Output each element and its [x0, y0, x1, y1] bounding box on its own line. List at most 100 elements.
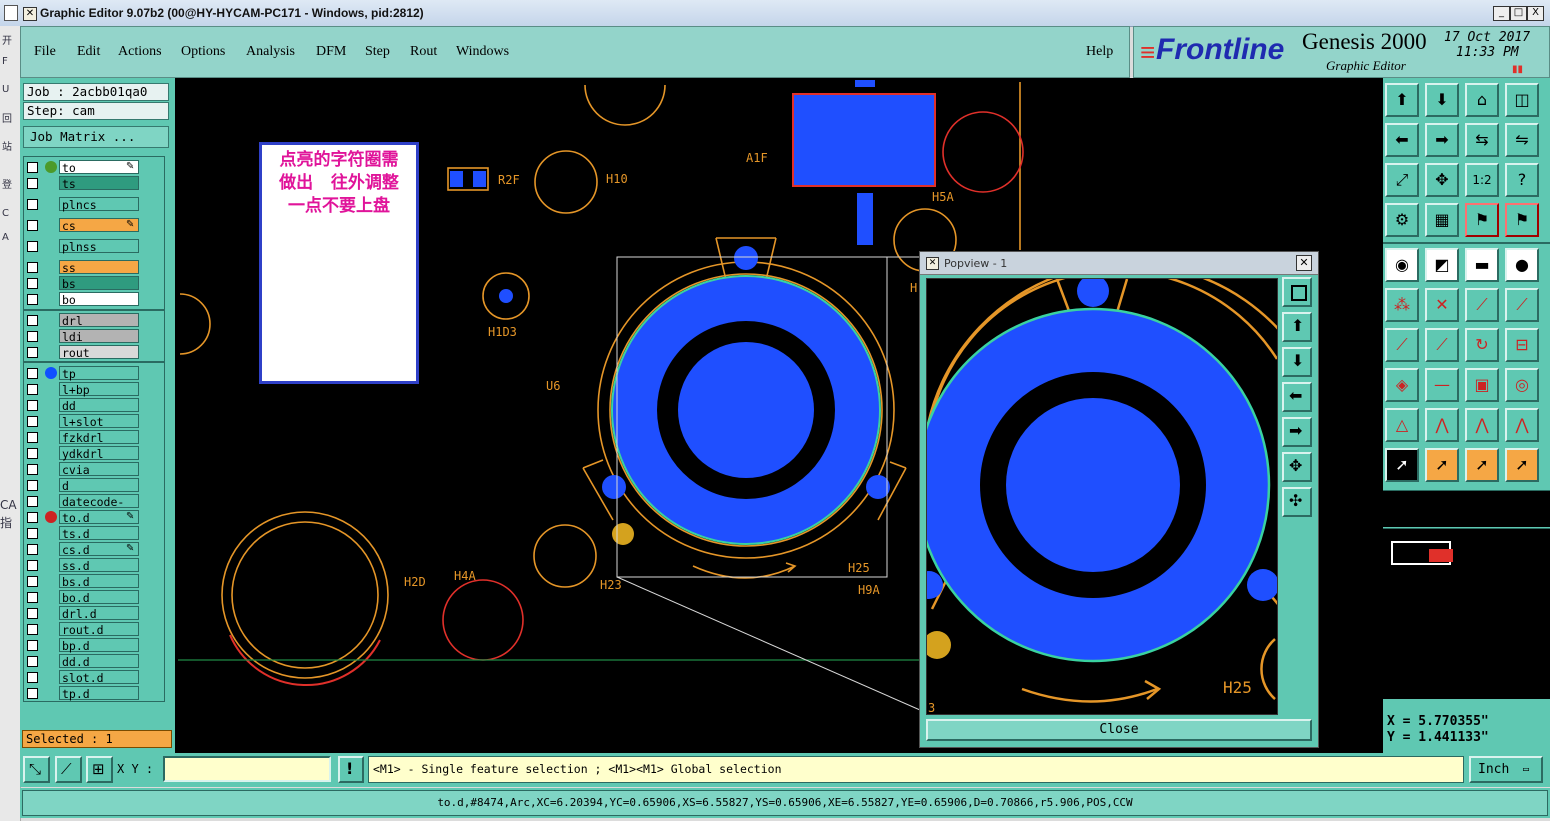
- layer-row[interactable]: tp.d: [24, 686, 142, 701]
- tool-button[interactable]: ➚: [1505, 448, 1539, 482]
- layer-checkbox[interactable]: [27, 672, 38, 683]
- popview-zoom-out-button[interactable]: ✣: [1282, 487, 1312, 517]
- layer-name[interactable]: bo: [59, 292, 139, 307]
- layer-row[interactable]: l+slot: [24, 414, 142, 429]
- overview-map-board[interactable]: [1383, 528, 1550, 699]
- layer-row[interactable]: bo.d: [24, 590, 142, 605]
- layer-checkbox[interactable]: [27, 464, 38, 475]
- layer-name[interactable]: bo.d: [59, 590, 139, 605]
- layer-name[interactable]: d: [59, 478, 139, 493]
- tool-button[interactable]: ⚑: [1505, 203, 1539, 237]
- minimize-button[interactable]: _: [1493, 6, 1510, 21]
- layer-row[interactable]: ss.d: [24, 558, 142, 573]
- layer-row[interactable]: drl.d: [24, 606, 142, 621]
- layer-row[interactable]: plncs: [24, 197, 142, 212]
- tool-button[interactable]: ✥: [1425, 163, 1459, 197]
- popview-zoom-in-button[interactable]: ✥: [1282, 452, 1312, 482]
- menu-help[interactable]: Help: [1086, 44, 1113, 60]
- tool-button[interactable]: ⟋: [1385, 328, 1419, 362]
- tool-button[interactable]: ⌂: [1465, 83, 1499, 117]
- layer-row[interactable]: l+bp: [24, 382, 142, 397]
- layer-row[interactable]: cs ✎: [24, 218, 142, 233]
- layer-checkbox[interactable]: [27, 294, 38, 305]
- layer-name[interactable]: drl: [59, 313, 139, 328]
- layer-name[interactable]: ydkdrl: [59, 446, 139, 461]
- tool-button[interactable]: ✕: [1425, 288, 1459, 322]
- tool-button[interactable]: ⁂: [1385, 288, 1419, 322]
- layer-checkbox[interactable]: [27, 241, 38, 252]
- layer-checkbox[interactable]: [27, 576, 38, 587]
- unit-select[interactable]: Inch ▭: [1469, 756, 1543, 783]
- tool-button[interactable]: ⟋: [1425, 328, 1459, 362]
- popview-pan-up-button[interactable]: ⬆: [1282, 312, 1312, 342]
- layer-row[interactable]: rout: [24, 345, 142, 360]
- warning-button[interactable]: !: [338, 756, 364, 783]
- menu-options[interactable]: Options: [181, 44, 225, 60]
- job-matrix-button[interactable]: Job Matrix ...: [23, 126, 169, 148]
- layer-checkbox[interactable]: [27, 331, 38, 342]
- layer-name[interactable]: datecode-bo: [59, 494, 139, 523]
- layer-checkbox[interactable]: [27, 368, 38, 379]
- popview-canvas[interactable]: H25 3: [926, 278, 1278, 715]
- layer-name[interactable]: plnss: [59, 239, 139, 254]
- layer-name[interactable]: bs.d: [59, 574, 139, 589]
- layer-checkbox[interactable]: [27, 624, 38, 635]
- layer-name[interactable]: ts: [59, 176, 139, 191]
- layer-checkbox[interactable]: [27, 608, 38, 619]
- layer-checkbox[interactable]: [27, 384, 38, 395]
- tool-button[interactable]: ➡: [1425, 123, 1459, 157]
- tool-button[interactable]: ⇋: [1505, 123, 1539, 157]
- layer-name[interactable]: ss.d: [59, 558, 139, 573]
- layer-checkbox[interactable]: [27, 592, 38, 603]
- layer-checkbox[interactable]: [27, 688, 38, 699]
- tool-button[interactable]: ⤢: [1385, 163, 1419, 197]
- tool-button[interactable]: ⬇: [1425, 83, 1459, 117]
- layer-row[interactable]: slot.d: [24, 670, 142, 685]
- layer-row[interactable]: bo: [24, 292, 142, 307]
- layer-checkbox[interactable]: [27, 512, 38, 523]
- layer-name[interactable]: tp: [59, 366, 139, 381]
- tool-button[interactable]: ↻: [1465, 328, 1499, 362]
- layer-checkbox[interactable]: [27, 400, 38, 411]
- tool-button[interactable]: △: [1385, 408, 1419, 442]
- layer-row[interactable]: ts: [24, 176, 142, 191]
- menu-step[interactable]: Step: [365, 44, 390, 60]
- tool-button[interactable]: —: [1425, 368, 1459, 402]
- popview-close-icon[interactable]: ✕: [1296, 255, 1312, 271]
- layer-row[interactable]: bp.d: [24, 638, 142, 653]
- tool-button[interactable]: ⋀: [1505, 408, 1539, 442]
- layer-name[interactable]: l+slot: [59, 414, 139, 429]
- tool-button[interactable]: ?: [1505, 163, 1539, 197]
- layer-row[interactable]: plnss: [24, 239, 142, 254]
- layer-row[interactable]: bs: [24, 276, 142, 291]
- tool-button[interactable]: ◩: [1425, 248, 1459, 282]
- tool-button[interactable]: ⚙: [1385, 203, 1419, 237]
- menu-rout[interactable]: Rout: [410, 44, 437, 60]
- tool-button[interactable]: ●: [1505, 248, 1539, 282]
- close-window-button[interactable]: X: [1527, 6, 1544, 21]
- layer-row[interactable]: ldi: [24, 329, 142, 344]
- layer-checkbox[interactable]: [27, 278, 38, 289]
- tool-button[interactable]: ▬: [1465, 248, 1499, 282]
- menu-actions[interactable]: Actions: [118, 44, 162, 60]
- layer-checkbox[interactable]: [27, 262, 38, 273]
- tool-button[interactable]: ⬆: [1385, 83, 1419, 117]
- layer-row[interactable]: d: [24, 478, 142, 493]
- layer-checkbox[interactable]: [27, 220, 38, 231]
- layer-row[interactable]: datecode-bo: [24, 494, 142, 523]
- layer-name[interactable]: tp.d: [59, 686, 139, 701]
- layer-name[interactable]: slot.d: [59, 670, 139, 685]
- layer-name[interactable]: bp.d: [59, 638, 139, 653]
- layer-name[interactable]: cvia: [59, 462, 139, 477]
- layer-checkbox[interactable]: [27, 448, 38, 459]
- tool-button[interactable]: ⟋: [1465, 288, 1499, 322]
- layer-checkbox[interactable]: [27, 432, 38, 443]
- layer-name[interactable]: dd: [59, 398, 139, 413]
- layer-row[interactable]: cs.d ✎: [24, 542, 142, 557]
- layer-row[interactable]: tp: [24, 366, 142, 381]
- layer-row[interactable]: dd: [24, 398, 142, 413]
- layer-name[interactable]: ts.d: [59, 526, 139, 541]
- layer-row[interactable]: ss: [24, 260, 142, 275]
- grid-button[interactable]: ⊞: [86, 756, 113, 783]
- tool-button[interactable]: ◎: [1505, 368, 1539, 402]
